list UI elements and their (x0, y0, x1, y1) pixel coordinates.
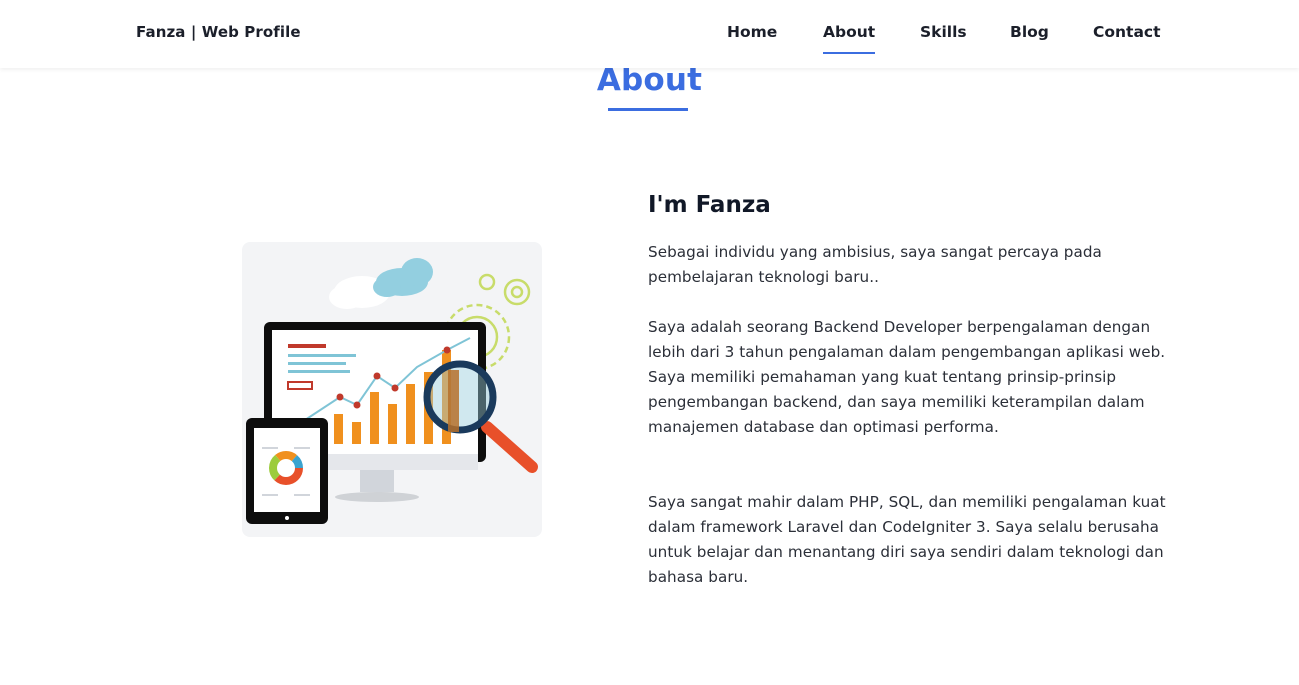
about-heading: I'm Fanza (648, 192, 771, 218)
nav-contact[interactable]: Contact (1093, 23, 1161, 41)
nav-home[interactable]: Home (727, 23, 777, 41)
navbar: Fanza | Web Profile Home About Skills Bl… (0, 0, 1299, 68)
about-paragraph-2: Saya adalah seorang Backend Developer be… (648, 318, 1166, 436)
brand-logo[interactable]: Fanza | Web Profile (136, 23, 301, 41)
about-paragraph-3: Saya sangat mahir dalam PHP, SQL, dan me… (648, 493, 1166, 586)
analytics-dashboard-illustration (242, 242, 542, 537)
nav-skills[interactable]: Skills (920, 23, 967, 41)
about-paragraph-1: Sebagai individu yang ambisius, saya san… (648, 243, 1102, 286)
title-underline (608, 108, 688, 111)
nav-about[interactable]: About (823, 23, 876, 54)
nav-blog[interactable]: Blog (1010, 23, 1049, 41)
cloud-icon (329, 258, 433, 309)
